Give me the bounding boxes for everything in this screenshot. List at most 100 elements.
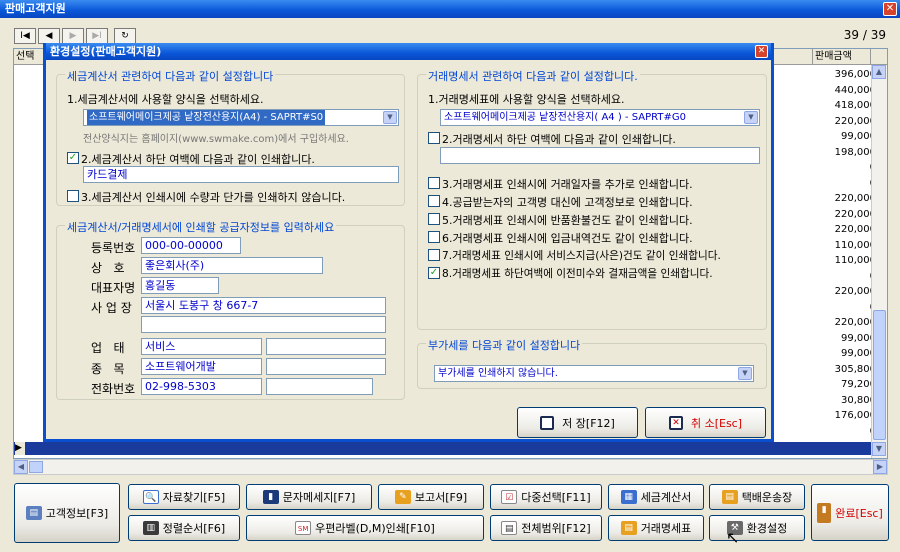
address-input-2[interactable] xyxy=(141,316,386,333)
phone-input-2[interactable] xyxy=(266,378,373,395)
option-label-5: 5.거래명세표 인쇄시에 반품환불건도 같이 인쇄합니다. xyxy=(442,214,693,227)
amount-cell[interactable]: 220,000 xyxy=(814,284,876,299)
amount-cell[interactable]: 220,000 xyxy=(814,114,876,129)
tax-margin-checkbox[interactable]: ✓ xyxy=(67,152,79,164)
tax-invoice-label: 세금계산서 xyxy=(640,491,692,504)
full-range-button[interactable]: ▤ 전체범위[F12] xyxy=(490,515,602,541)
sort-order-button[interactable]: ▥ 정렬순서[F6] xyxy=(128,515,240,541)
amount-cell[interactable]: 440,000 xyxy=(814,83,876,98)
hscroll-thumb[interactable] xyxy=(29,461,43,473)
first-record-button[interactable]: I◀ xyxy=(14,28,36,44)
amount-cell[interactable]: 0 xyxy=(814,300,876,315)
option-checkbox-8[interactable]: ✓ xyxy=(428,267,440,279)
sms-label: 문자메세지[F7] xyxy=(282,491,356,504)
delivery-icon: ▤ xyxy=(721,490,738,504)
scroll-thumb[interactable] xyxy=(873,310,886,440)
statement-form-value: 소프트웨어메이크제공 낱장전산용지( A4 ) - SAPRT#G0 xyxy=(444,112,686,123)
option-checkbox-4[interactable] xyxy=(428,195,440,207)
address-input[interactable]: 서울시 도봉구 창 667-7 xyxy=(141,297,386,314)
dialog-close-button[interactable]: ✕ xyxy=(755,45,768,58)
cancel-button[interactable]: ✕ 취 소[Esc] xyxy=(645,407,766,438)
report-button[interactable]: ✎ 보고서[F9] xyxy=(378,484,484,510)
tax-invoice-button[interactable]: ▦ 세금계산서 xyxy=(608,484,704,510)
amount-cell[interactable]: 30,800 xyxy=(814,393,876,408)
tax-margin-input[interactable]: 카드결제 xyxy=(83,166,399,183)
horizontal-scrollbar[interactable]: ◀ ▶ xyxy=(13,459,888,475)
delivery-button[interactable]: ▤ 택배운송장 xyxy=(709,484,805,510)
search-label: 자료찾기[F5] xyxy=(162,491,226,504)
window-close-button[interactable]: ✕ xyxy=(883,2,897,16)
tax-form-select[interactable]: 소프트웨어메이크제공 낱장전산용지(A4) - SAPRT#S0 ▼ xyxy=(83,109,399,126)
amount-cell[interactable]: 305,800 xyxy=(814,362,876,377)
selected-row[interactable] xyxy=(14,442,871,455)
option-checkbox-6[interactable] xyxy=(428,231,440,243)
statement-button[interactable]: ▤ 거래명세표 xyxy=(608,515,704,541)
amount-cell[interactable]: 0 xyxy=(814,160,876,175)
amount-cell[interactable]: 0 xyxy=(814,424,876,439)
tax-invoice-group: 세금계산서 관련하여 다음과 같이 설정합니다 1.세금계산서에 사용할 양식을… xyxy=(56,68,405,206)
statement-margin-input[interactable] xyxy=(440,147,760,164)
scroll-left-icon[interactable]: ◀ xyxy=(14,460,28,474)
multi-select-button[interactable]: ☑ 다중선택[F11] xyxy=(490,484,602,510)
tax-form-note: 전산양식지는 홈페이지(www.swmake.com)에서 구입하세요. xyxy=(83,134,349,145)
amount-cell[interactable]: 418,000 xyxy=(814,98,876,113)
cancel-disk-icon: ✕ xyxy=(668,415,683,430)
document-icon: ▤ xyxy=(501,521,518,535)
door-icon: ▮ xyxy=(817,502,832,523)
statement-form-question: 1.거래명세표에 사용할 양식을 선택하세요. xyxy=(428,93,625,106)
representative-input[interactable]: 홍길동 xyxy=(141,277,219,294)
business-type-input[interactable]: 서비스 xyxy=(141,338,262,355)
amount-cell[interactable]: 110,000 xyxy=(814,253,876,268)
search-button[interactable]: 🔍 자료찾기[F5] xyxy=(128,484,240,510)
prev-record-button[interactable]: ◀ xyxy=(38,28,60,44)
next-record-button[interactable]: ▶ xyxy=(62,28,84,44)
vat-select[interactable]: 부가세를 인쇄하지 않습니다. ▼ xyxy=(434,365,754,382)
tax-hide-qty-checkbox[interactable] xyxy=(67,190,79,202)
last-record-button[interactable]: ▶I xyxy=(86,28,108,44)
settings-button[interactable]: ⚒ 환경설정 xyxy=(709,515,805,541)
refresh-button[interactable]: ↻ xyxy=(114,28,136,44)
column-header-amount[interactable]: 판매금액 xyxy=(812,49,871,65)
amount-cell[interactable]: 396,000 xyxy=(814,67,876,82)
scroll-right-icon[interactable]: ▶ xyxy=(873,460,887,474)
amount-cell[interactable]: 110,000 xyxy=(814,238,876,253)
amount-cell[interactable]: 176,000 xyxy=(814,408,876,423)
amount-cell[interactable]: 99,000 xyxy=(814,346,876,361)
chevron-down-icon[interactable]: ▼ xyxy=(738,367,752,380)
statement-margin-label: 2.거래명세서 하단 여백에 다음과 같이 인쇄합니다. xyxy=(442,133,676,146)
reg-number-input[interactable]: 000-00-00000 xyxy=(141,237,241,254)
company-name-input[interactable]: 좋은회사(주) xyxy=(141,257,323,274)
business-type-input-2[interactable] xyxy=(266,338,386,355)
customer-info-button[interactable]: ▤ 고객정보[F3] xyxy=(14,483,120,543)
amount-cell[interactable]: 79,200 xyxy=(814,377,876,392)
business-item-input[interactable]: 소프트웨어개발 xyxy=(141,358,262,375)
amount-cell[interactable]: 99,000 xyxy=(814,129,876,144)
amount-cell[interactable]: 220,000 xyxy=(814,207,876,222)
amount-cell[interactable]: 0 xyxy=(814,176,876,191)
vertical-scrollbar[interactable]: ▲ ▼ xyxy=(871,65,887,458)
business-item-input-2[interactable] xyxy=(266,358,386,375)
amount-cell[interactable]: 220,000 xyxy=(814,222,876,237)
chevron-down-icon[interactable]: ▼ xyxy=(744,111,758,124)
amount-cell[interactable]: 220,000 xyxy=(814,191,876,206)
reg-number-label: 등록번호 xyxy=(91,241,136,255)
statement-margin-checkbox[interactable] xyxy=(428,132,440,144)
option-checkbox-3[interactable] xyxy=(428,177,440,189)
phone-input[interactable]: 02-998-5303 xyxy=(141,378,262,395)
amount-cell[interactable]: 0 xyxy=(814,269,876,284)
statement-form-select[interactable]: 소프트웨어메이크제공 낱장전산용지( A4 ) - SAPRT#G0 ▼ xyxy=(440,109,760,126)
scroll-up-icon[interactable]: ▲ xyxy=(872,65,886,79)
amount-cell[interactable]: 99,000 xyxy=(814,331,876,346)
option-checkbox-5[interactable] xyxy=(428,213,440,225)
scroll-down-icon[interactable]: ▼ xyxy=(872,442,886,456)
postal-label-button[interactable]: SM 우편라벨(D,M)인쇄[F10] xyxy=(246,515,484,541)
option-checkbox-7[interactable] xyxy=(428,249,440,261)
amount-cell[interactable]: 220,000 xyxy=(814,315,876,330)
amount-cell[interactable]: 198,000 xyxy=(814,145,876,160)
sms-button[interactable]: ▮ 문자메세지[F7] xyxy=(246,484,372,510)
exit-button[interactable]: ▮ 완료[Esc] xyxy=(811,484,889,541)
chevron-down-icon[interactable]: ▼ xyxy=(383,111,397,124)
save-button[interactable]: 저 장[F12] xyxy=(517,407,638,438)
column-header-select[interactable]: 선택 xyxy=(14,49,44,65)
option-label-4: 4.공급받는자의 고객명 대신에 고객정보로 인쇄합니다. xyxy=(442,196,693,209)
